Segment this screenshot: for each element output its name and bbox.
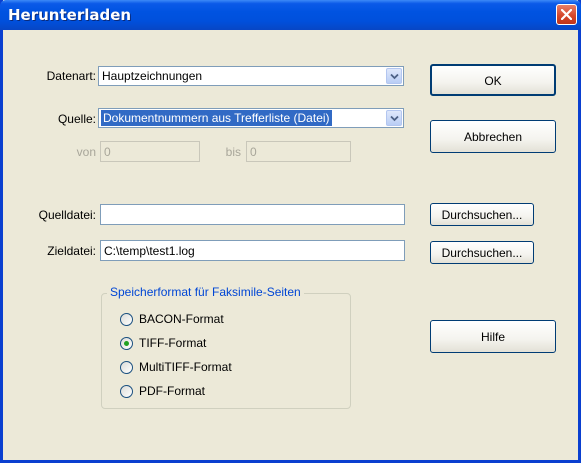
ok-button[interactable]: OK — [430, 64, 556, 96]
radio-label: MultiTIFF-Format — [139, 360, 232, 374]
von-label: von — [76, 145, 96, 159]
zieldatei-label: Zieldatei: — [47, 244, 96, 258]
quelle-value: Dokumentnummern aus Trefferliste (Datei) — [101, 110, 332, 126]
chevron-down-icon — [390, 115, 399, 122]
browse-source-button-label: Durchsuchen... — [441, 208, 523, 222]
close-icon — [561, 9, 572, 20]
radio-selected-dot — [124, 341, 129, 346]
window-title: Herunterladen — [8, 6, 132, 24]
radio-label: TIFF-Format — [139, 336, 207, 350]
zieldatei-field[interactable]: C:\temp\test1.log — [100, 240, 405, 261]
browse-source-button[interactable]: Durchsuchen... — [430, 203, 534, 226]
ok-button-label: OK — [484, 74, 502, 88]
datenart-label: Datenart: — [46, 69, 96, 83]
quelle-select[interactable]: Dokumentnummern aus Trefferliste (Datei) — [98, 108, 404, 128]
hilfe-button-label: Hilfe — [480, 330, 505, 344]
quelle-dropdown-button[interactable] — [386, 110, 402, 126]
download-dialog: Herunterladen Datenart: Hauptzeichnungen… — [0, 0, 581, 463]
quelle-label: Quelle: — [57, 112, 96, 126]
browse-target-button-label: Durchsuchen... — [441, 246, 523, 260]
chevron-down-icon — [390, 73, 399, 80]
close-button[interactable] — [556, 4, 577, 25]
hilfe-button[interactable]: Hilfe — [430, 320, 556, 353]
radio-circle — [120, 313, 133, 326]
von-field[interactable]: 0 — [100, 141, 200, 162]
quelldatei-field[interactable] — [100, 204, 405, 225]
bis-value: 0 — [250, 145, 257, 159]
datenart-dropdown-button[interactable] — [386, 68, 402, 84]
radio-label: PDF-Format — [139, 384, 205, 398]
radio-label: BACON-Format — [139, 312, 224, 326]
format-group-title: Speicherformat für Faksimile-Seiten — [107, 285, 304, 299]
zieldatei-value: C:\temp\test1.log — [104, 244, 195, 258]
radio-circle — [120, 361, 133, 374]
datenart-value: Hauptzeichnungen — [102, 69, 203, 83]
abbrechen-button[interactable]: Abbrechen — [430, 120, 556, 153]
browse-target-button[interactable]: Durchsuchen... — [430, 241, 534, 264]
bis-label: bis — [225, 145, 241, 159]
bis-field[interactable]: 0 — [246, 141, 351, 162]
datenart-select[interactable]: Hauptzeichnungen — [98, 66, 404, 86]
radio-circle — [120, 385, 133, 398]
abbrechen-button-label: Abbrechen — [463, 130, 523, 144]
title-bar[interactable]: Herunterladen — [0, 0, 581, 30]
radio-circle — [120, 337, 133, 350]
quelldatei-label: Quelldatei: — [38, 208, 96, 222]
von-value: 0 — [104, 145, 111, 159]
